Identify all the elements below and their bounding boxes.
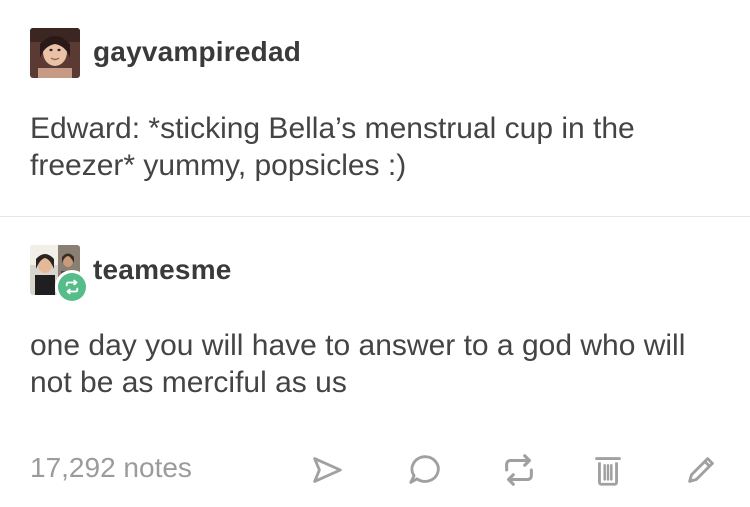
- post-username[interactable]: gayvampiredad: [93, 36, 301, 68]
- reblog-badge-icon: [65, 279, 79, 295]
- delete-icon: [595, 457, 621, 486]
- reply-button[interactable]: [403, 448, 447, 492]
- delete-button[interactable]: [586, 448, 630, 492]
- avatar[interactable]: [30, 28, 80, 78]
- share-button[interactable]: [305, 448, 349, 492]
- share-icon: [313, 457, 342, 483]
- reblog-badge: [55, 270, 89, 304]
- reply-icon: [409, 455, 440, 484]
- edit-icon: [688, 457, 714, 483]
- reblog-icon: [505, 454, 533, 486]
- post-original: gayvampiredad Edward: *sticking Bella’s …: [0, 0, 750, 216]
- post-body-text: Edward: *sticking Bella’s menstrual cup …: [30, 112, 635, 182]
- edit-button[interactable]: [679, 448, 723, 492]
- post-footer: 17,292 notes: [0, 440, 750, 500]
- notes-count[interactable]: 17,292 notes: [30, 452, 192, 484]
- reblog-button[interactable]: [497, 448, 541, 492]
- post-username[interactable]: teamesme: [93, 254, 232, 286]
- avatar-photo-icon: [30, 28, 80, 78]
- post-body-text: one day you will have to answer to a god…: [30, 329, 686, 399]
